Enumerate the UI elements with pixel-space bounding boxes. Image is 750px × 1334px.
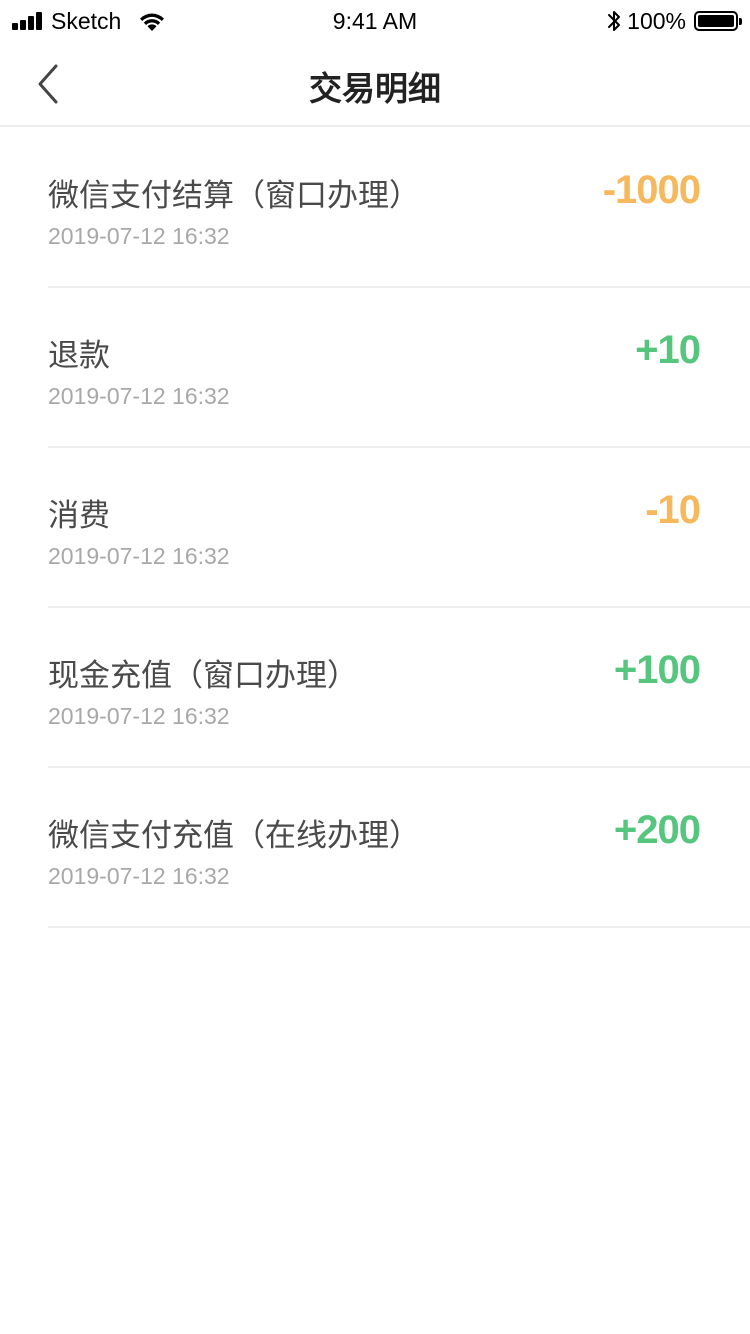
transaction-title: 现金充值（窗口办理）	[48, 658, 358, 694]
battery-level	[698, 15, 734, 27]
transaction-item[interactable]: 现金充值（窗口办理） 2019-07-12 16:32 +100	[48, 608, 750, 768]
bluetooth-icon	[607, 9, 627, 33]
transaction-title: 消费	[48, 498, 110, 534]
transaction-item[interactable]: 消费 2019-07-12 16:32 -10	[48, 448, 750, 608]
transaction-title: 微信支付结算（窗口办理）	[48, 178, 420, 214]
transaction-time: 2019-07-12 16:32	[48, 863, 230, 889]
transaction-item[interactable]: 微信支付充值（在线办理） 2019-07-12 16:32 +200	[48, 768, 750, 928]
transaction-time: 2019-07-12 16:32	[48, 543, 230, 569]
transaction-amount: +200	[613, 808, 701, 852]
transaction-amount: -1000	[602, 168, 701, 212]
transaction-time: 2019-07-12 16:32	[48, 223, 230, 249]
transaction-item[interactable]: 退款 2019-07-12 16:32 +10	[48, 288, 750, 448]
transaction-list: 微信支付结算（窗口办理） 2019-07-12 16:32 -1000 退款 2…	[0, 128, 750, 928]
transaction-amount: +10	[635, 328, 701, 372]
battery-percent: 100%	[627, 7, 686, 34]
status-bar-right: 100%	[607, 7, 742, 34]
navigation-bar: 交易明细	[0, 40, 750, 127]
page-title: 交易明细	[309, 69, 441, 108]
transaction-time: 2019-07-12 16:32	[48, 703, 230, 729]
status-bar: Sketch 9:41 AM 100%	[0, 0, 750, 40]
battery-icon	[694, 11, 742, 31]
transaction-item[interactable]: 微信支付结算（窗口办理） 2019-07-12 16:32 -1000	[48, 128, 750, 288]
battery-cap	[739, 18, 742, 25]
transaction-amount: -10	[645, 488, 701, 532]
transaction-title: 退款	[48, 338, 110, 374]
transaction-title: 微信支付充值（在线办理）	[48, 818, 420, 854]
transaction-amount: +100	[613, 648, 701, 692]
transaction-time: 2019-07-12 16:32	[48, 383, 230, 409]
